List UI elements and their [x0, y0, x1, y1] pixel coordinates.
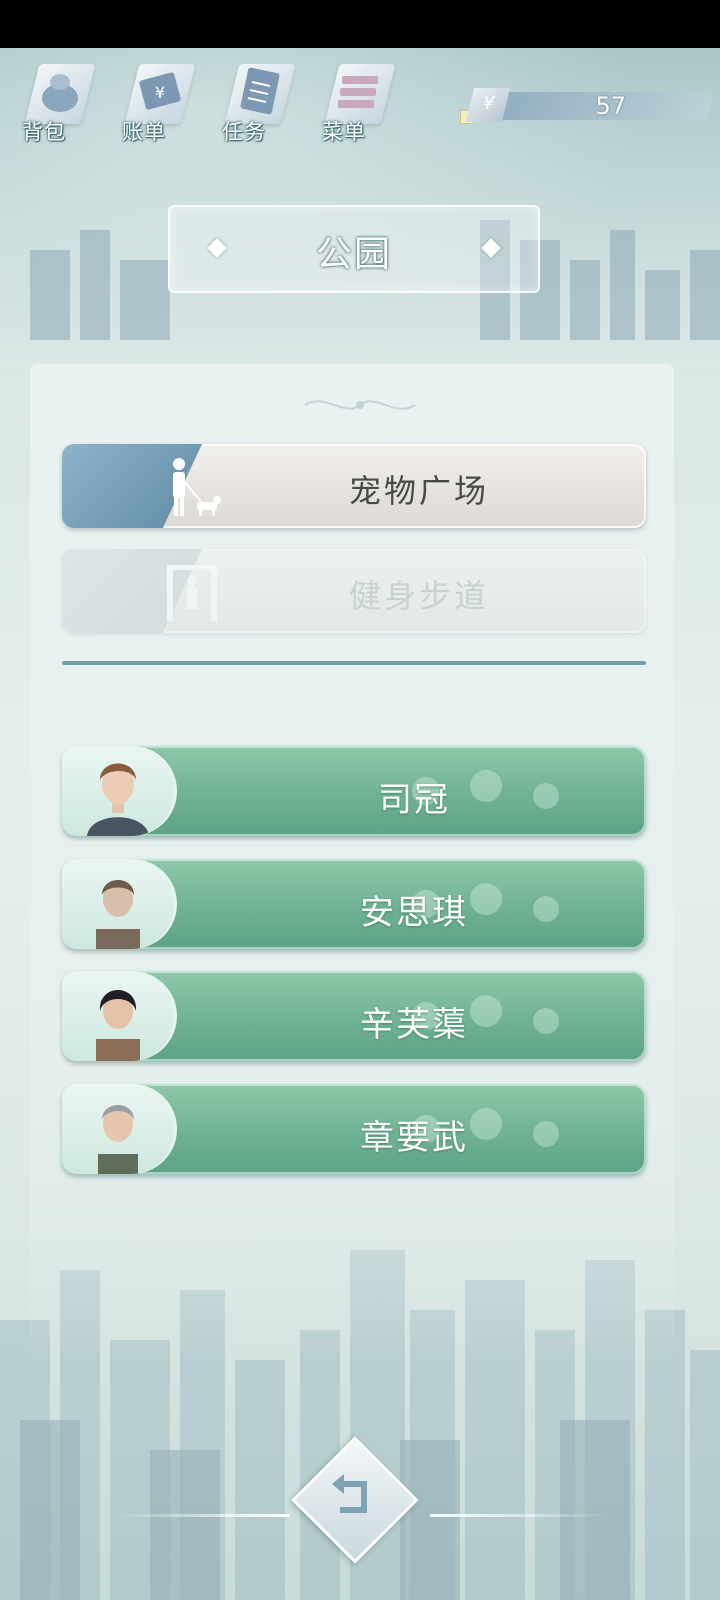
location-title: 公园	[315, 234, 392, 275]
npc-name: 安思琪	[360, 893, 468, 933]
npc-button[interactable]: 辛芙蕖	[62, 971, 646, 1061]
menu-label: 背包	[22, 120, 66, 144]
divider	[62, 661, 646, 665]
place-label: 宠物广场	[348, 472, 489, 510]
svg-text:¥: ¥	[155, 83, 165, 102]
decorative-line	[430, 1514, 610, 1517]
npc-button[interactable]: 安思琪	[62, 859, 646, 949]
menu-icon	[338, 76, 378, 108]
place-button-pet-plaza[interactable]: 宠物广场	[62, 444, 646, 528]
npc-button[interactable]: 章要武	[62, 1084, 646, 1174]
menu-label: 菜单	[322, 120, 366, 144]
npc-button[interactable]: 司冠	[62, 746, 646, 836]
place-label: 健身步道	[348, 577, 489, 615]
menu-item-bag[interactable]: 背包	[20, 58, 96, 148]
menu-item-task[interactable]: 任务	[220, 58, 296, 148]
currency-display: ¥ 57	[460, 88, 714, 124]
menu-item-menu[interactable]: 菜单	[320, 58, 396, 148]
status-bar	[0, 0, 720, 48]
avatar	[62, 859, 177, 949]
menu-label: 账单	[122, 120, 166, 144]
location-header: 公园	[168, 205, 540, 293]
ornament-icon	[304, 400, 416, 410]
back-arrow-icon	[332, 1474, 367, 1513]
place-button-fitness-trail: 健身步道	[62, 549, 646, 633]
currency-value: 57	[595, 92, 626, 120]
task-icon	[240, 67, 280, 115]
avatar	[62, 971, 177, 1061]
menu-item-bill[interactable]: ¥ 账单	[120, 58, 196, 148]
avatar	[62, 1084, 177, 1174]
top-menu: 背包 ¥ 账单 任务 菜单	[20, 58, 396, 148]
decorative-line	[110, 1514, 290, 1517]
npc-name: 司冠	[378, 780, 450, 820]
bag-icon	[42, 74, 78, 112]
avatar	[62, 746, 177, 836]
menu-label: 任务	[222, 120, 266, 144]
npc-name: 辛芙蕖	[360, 1005, 468, 1045]
bill-icon: ¥	[139, 72, 181, 110]
npc-name: 章要武	[360, 1118, 468, 1158]
